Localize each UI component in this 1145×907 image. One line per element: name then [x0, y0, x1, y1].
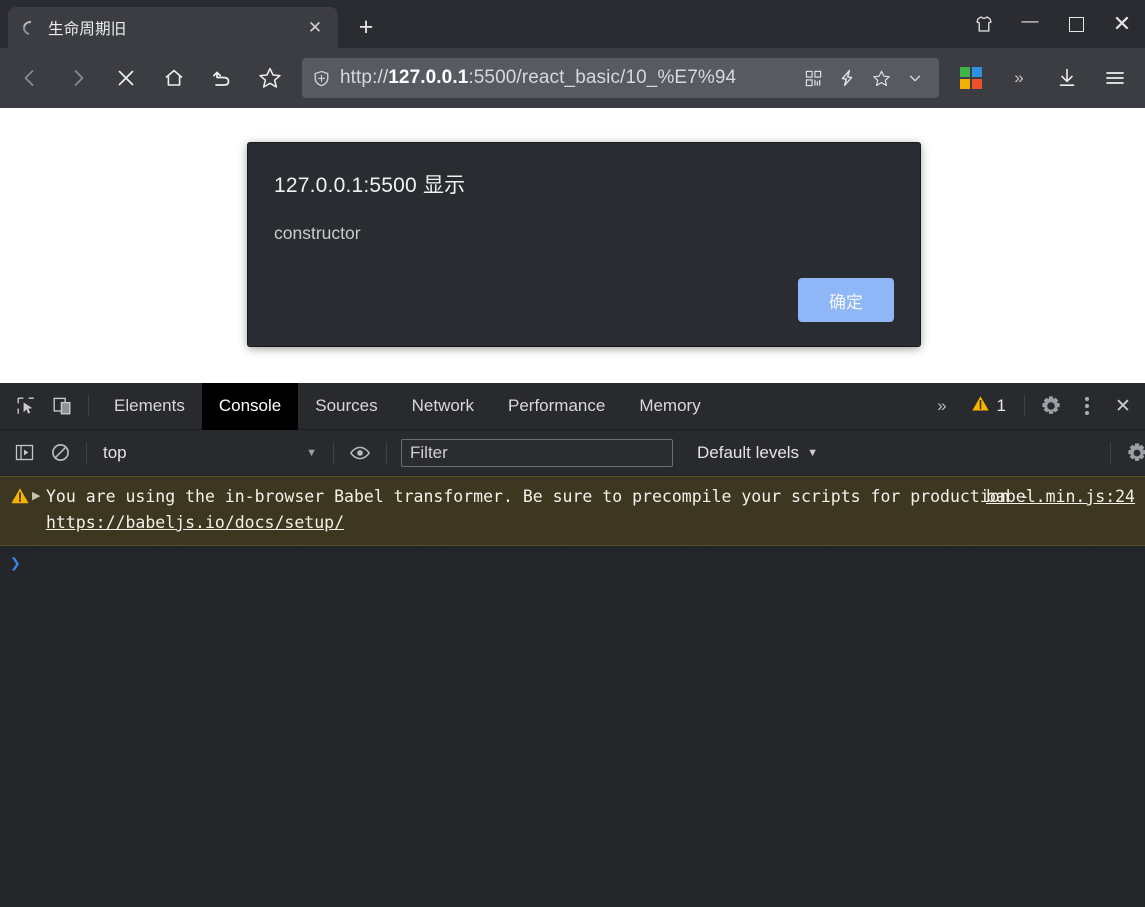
console-prompt-input[interactable]: [28, 554, 1137, 574]
devtools-tabs: Elements Console Sources Network Perform…: [97, 382, 718, 430]
lightning-icon[interactable]: [831, 61, 863, 95]
maximize-button[interactable]: [1053, 0, 1099, 48]
shield-icon: [312, 69, 332, 88]
tab-memory[interactable]: Memory: [622, 383, 717, 430]
devtools-tab-bar: Elements Console Sources Network Perform…: [0, 382, 1145, 430]
tab-elements[interactable]: Elements: [97, 383, 202, 430]
more-options-icon[interactable]: [1069, 388, 1105, 424]
tab-title: 生命周期旧: [48, 20, 127, 38]
execution-context-select[interactable]: top ▼: [95, 438, 325, 468]
new-tab-button[interactable]: +: [338, 7, 394, 48]
javascript-alert-dialog: 127.0.0.1:5500 显示 constructor 确定: [248, 143, 920, 346]
console-body[interactable]: ▶ You are using the in-browser Babel tra…: [0, 476, 1145, 907]
chevron-down-icon[interactable]: [899, 61, 931, 95]
chevron-down-icon: ▼: [306, 446, 317, 459]
prompt-chevron-icon: ❯: [10, 553, 21, 574]
skin-icon[interactable]: [961, 0, 1007, 48]
message-source-link[interactable]: babel.min.js:24: [986, 484, 1135, 510]
toolbar-divider-2: [1024, 395, 1025, 417]
console-settings-gear-icon[interactable]: [1119, 435, 1145, 471]
window-controls: — ✕: [961, 0, 1145, 48]
page-viewport: 127.0.0.1:5500 显示 constructor 确定: [0, 108, 1145, 383]
tab-sources[interactable]: Sources: [298, 383, 394, 430]
back-icon[interactable]: [6, 54, 54, 102]
close-window-button[interactable]: ✕: [1099, 0, 1145, 48]
star-icon[interactable]: [865, 61, 897, 95]
downloads-icon[interactable]: [1043, 54, 1091, 102]
console-toolbar-divider-4: [1110, 441, 1111, 464]
browser-menu-icon[interactable]: [1091, 54, 1139, 102]
address-bar[interactable]: http://127.0.0.1:5500/react_basic/10_%E7…: [302, 58, 939, 98]
settings-gear-icon[interactable]: [1033, 388, 1069, 424]
console-sidebar-toggle-icon[interactable]: [6, 435, 42, 471]
navigation-toolbar: http://127.0.0.1:5500/react_basic/10_%E7…: [0, 48, 1145, 108]
minimize-button[interactable]: —: [1007, 0, 1053, 48]
tab-network[interactable]: Network: [395, 383, 491, 430]
qr-code-icon[interactable]: [797, 61, 829, 95]
warning-triangle-icon: [10, 484, 32, 511]
title-bar: 生命周期旧 ✕ + — ✕: [0, 0, 1145, 48]
inspect-element-icon[interactable]: [8, 388, 44, 424]
kebab-dots-icon: [1085, 397, 1089, 415]
tab-console[interactable]: Console: [201, 382, 299, 430]
filter-placeholder: Filter: [410, 442, 448, 462]
address-bar-icons: [797, 61, 931, 95]
console-warning-text: You are using the in-browser Babel trans…: [46, 487, 1030, 532]
browser-window: 生命周期旧 ✕ + — ✕ http://127.0.0.1:5500/reac…: [0, 0, 1145, 907]
log-levels-value: Default levels: [697, 442, 800, 462]
console-toolbar: top ▼ Filter Default levels ▼: [0, 430, 1145, 476]
warning-triangle-icon: [971, 394, 990, 418]
dialog-ok-button[interactable]: 确定: [798, 278, 894, 322]
dialog-title: 127.0.0.1:5500 显示: [274, 174, 466, 197]
forward-icon[interactable]: [54, 54, 102, 102]
close-devtools-icon[interactable]: ✕: [1105, 388, 1141, 424]
favorite-star-icon[interactable]: [246, 54, 294, 102]
console-toolbar-divider-2: [333, 441, 334, 464]
tab-loading-spinner-icon: [22, 20, 38, 36]
browser-tab[interactable]: 生命周期旧 ✕: [8, 7, 338, 48]
tab-strip: 生命周期旧 ✕ +: [0, 0, 394, 48]
warning-count-badge[interactable]: 1: [961, 394, 1016, 418]
extension-icon[interactable]: [947, 54, 995, 102]
console-toolbar-divider: [86, 441, 87, 464]
address-bar-url: http://127.0.0.1:5500/react_basic/10_%E7…: [340, 67, 737, 88]
eye-icon[interactable]: [342, 435, 378, 471]
devtools-panel: Elements Console Sources Network Perform…: [0, 382, 1145, 907]
dialog-actions: 确定: [798, 278, 894, 322]
device-toolbar-icon[interactable]: [44, 388, 80, 424]
tab-close-icon[interactable]: ✕: [302, 15, 328, 41]
warning-count: 1: [996, 396, 1006, 415]
console-toolbar-divider-3: [386, 441, 387, 464]
expand-message-triangle-icon[interactable]: ▶: [32, 484, 46, 502]
tab-performance[interactable]: Performance: [491, 383, 622, 430]
stop-loading-icon[interactable]: [102, 54, 150, 102]
devtools-tab-bar-right: » 1 ✕: [923, 388, 1145, 424]
more-tabs-button[interactable]: »: [923, 396, 960, 416]
log-levels-select[interactable]: Default levels ▼: [685, 443, 830, 463]
console-prompt-row[interactable]: ❯: [0, 546, 1145, 582]
console-warning-message[interactable]: ▶ You are using the in-browser Babel tra…: [0, 476, 1145, 546]
toolbar-overflow-button[interactable]: »: [995, 54, 1043, 102]
home-icon[interactable]: [150, 54, 198, 102]
clear-console-icon[interactable]: [42, 435, 78, 471]
execution-context-value: top: [103, 442, 127, 462]
filter-input[interactable]: Filter: [401, 438, 673, 467]
refresh-icon[interactable]: [198, 54, 246, 102]
extension-squares-icon: [960, 67, 982, 89]
chevron-down-icon: ▼: [807, 446, 818, 459]
toolbar-divider: [88, 395, 89, 417]
dialog-message: constructor: [274, 223, 361, 243]
babel-setup-link[interactable]: https://babeljs.io/docs/setup/: [46, 513, 344, 532]
